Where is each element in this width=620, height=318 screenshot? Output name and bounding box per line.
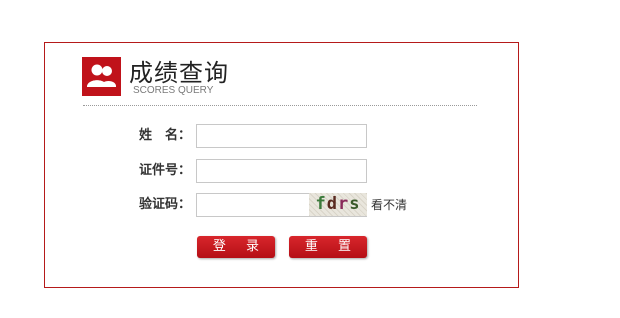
name-input[interactable] [196,124,367,148]
reset-button[interactable]: 重 置 [289,236,367,258]
login-button[interactable]: 登 录 [197,236,275,258]
page-title: 成绩查询 [129,59,229,87]
users-icon [82,57,121,96]
id-number-label: 证件号： [139,163,192,178]
captcha-label: 验证码： [139,197,192,212]
captcha-image[interactable]: fdrs [309,193,367,216]
captcha-char: f [315,194,327,214]
captcha-refresh-link[interactable]: 看不清 [371,197,407,213]
captcha-char: d [326,194,338,214]
page-subtitle: SCORES QUERY [133,85,214,96]
id-number-input[interactable] [196,159,367,183]
captcha-char: r [338,194,350,214]
header-divider [83,105,477,106]
captcha-char: s [349,194,361,214]
score-query-panel: 成绩查询 SCORES QUERY 姓 名： 证件号： 验证码： fdrs 看不… [44,42,519,288]
name-label: 姓 名： [139,128,192,143]
